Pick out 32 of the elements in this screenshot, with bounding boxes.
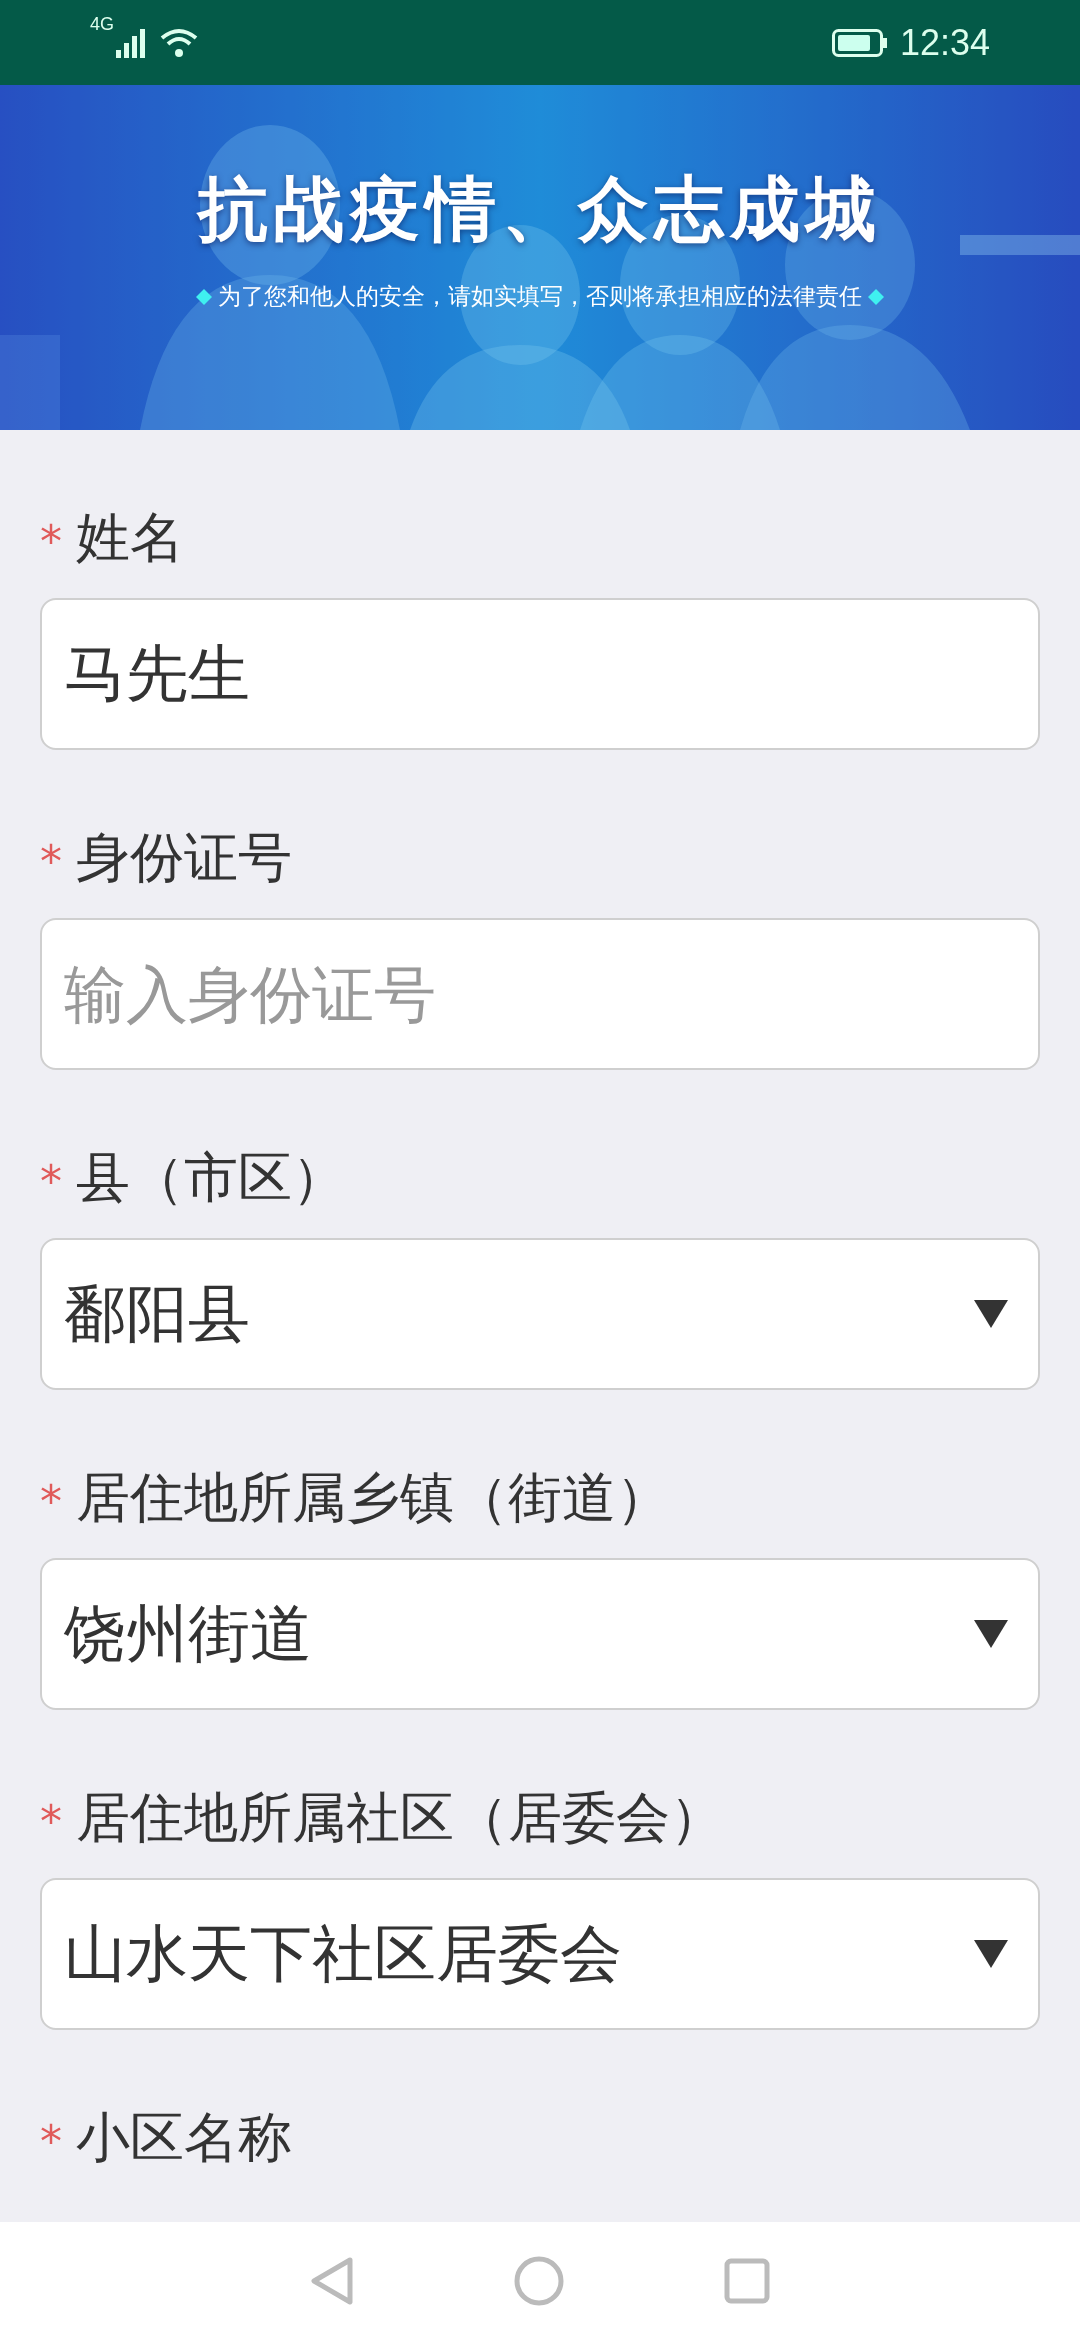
clock-time: 12:34 bbox=[899, 21, 990, 64]
field-label: 身份证号 bbox=[76, 824, 292, 891]
required-asterisk: * bbox=[40, 2120, 63, 2164]
battery-icon bbox=[831, 28, 888, 57]
back-icon[interactable] bbox=[310, 2256, 354, 2306]
wifi-icon bbox=[160, 27, 198, 58]
recents-icon[interactable] bbox=[724, 2258, 770, 2304]
dropdown-arrow-icon bbox=[974, 1300, 1008, 1328]
network-type: 4G bbox=[90, 13, 114, 35]
banner-title: 抗战疫情、众志成城 bbox=[198, 166, 882, 252]
dropdown-field[interactable]: 鄱阳县 bbox=[40, 1238, 1040, 1390]
field-label: 小区名称 bbox=[76, 2104, 292, 2171]
dropdown-arrow-icon bbox=[974, 1940, 1008, 1968]
diamond-icon bbox=[196, 288, 212, 305]
diamond-icon bbox=[868, 288, 884, 305]
dropdown-field[interactable]: 饶州街道 bbox=[40, 1558, 1040, 1710]
required-asterisk: * bbox=[40, 520, 63, 564]
field-label: 居住地所属社区（居委会） bbox=[76, 1784, 724, 1851]
home-icon[interactable] bbox=[514, 2256, 564, 2306]
field-label: 县（市区） bbox=[76, 1144, 346, 1211]
text-field[interactable]: 马先生 bbox=[40, 598, 1040, 750]
required-asterisk: * bbox=[40, 1800, 63, 1844]
required-asterisk: * bbox=[40, 840, 63, 884]
required-asterisk: * bbox=[40, 1480, 63, 1524]
text-field[interactable]: 输入身份证号 bbox=[40, 918, 1040, 1070]
field-label: 姓名 bbox=[76, 504, 184, 571]
dropdown-field[interactable]: 山水天下社区居委会 bbox=[40, 1878, 1040, 2030]
field-label: 居住地所属乡镇（街道） bbox=[76, 1464, 670, 1531]
dropdown-arrow-icon bbox=[974, 1620, 1008, 1648]
required-asterisk: * bbox=[40, 1160, 63, 1204]
banner-subtitle: 为了您和他人的安全，请如实填写，否则将承担相应的法律责任 bbox=[218, 282, 862, 311]
signal-icon bbox=[116, 27, 148, 58]
